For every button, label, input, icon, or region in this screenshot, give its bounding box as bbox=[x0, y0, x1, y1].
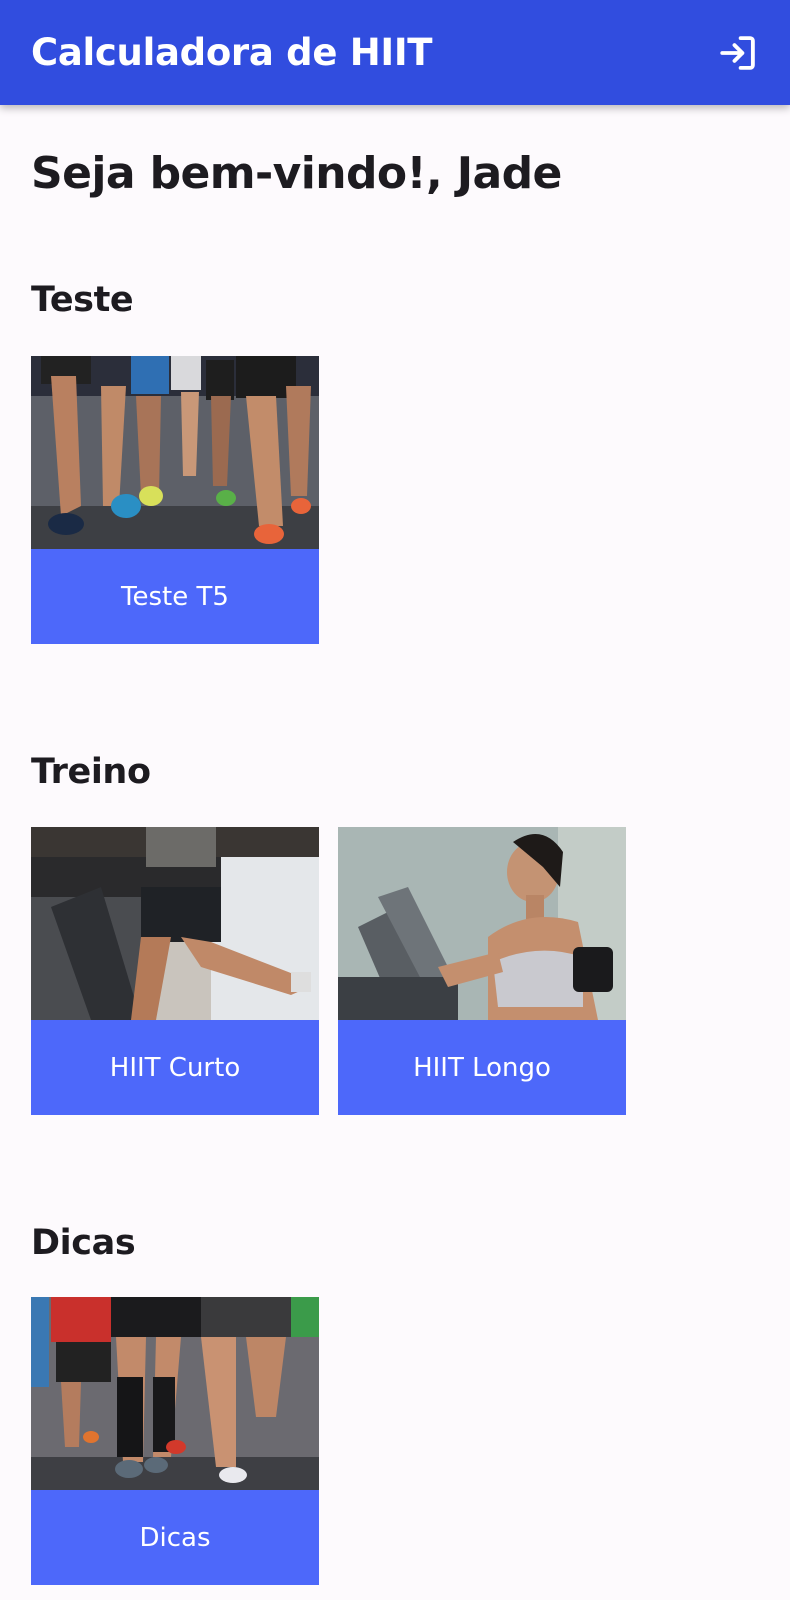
app-bar: Calculadora de HIIT bbox=[0, 0, 790, 105]
logout-button[interactable] bbox=[712, 27, 764, 79]
section-title-treino: Treino bbox=[31, 752, 151, 792]
card-label: HIIT Curto bbox=[31, 1020, 319, 1115]
section-title-dicas: Dicas bbox=[31, 1223, 136, 1263]
section-title-teste: Teste bbox=[31, 280, 134, 320]
app-title: Calculadora de HIIT bbox=[31, 31, 433, 74]
card-hiit-longo[interactable]: HIIT Longo bbox=[338, 827, 626, 1115]
card-hiit-curto[interactable]: HIIT Curto bbox=[31, 827, 319, 1115]
card-label: Teste T5 bbox=[31, 549, 319, 644]
marathon-runners-legs-photo bbox=[31, 1297, 319, 1490]
runners-race-legs-photo bbox=[31, 356, 319, 549]
card-label: HIIT Longo bbox=[338, 1020, 626, 1115]
woman-on-treadmill-photo bbox=[338, 827, 626, 1020]
treadmill-running-legs-photo bbox=[31, 827, 319, 1020]
login-arrow-icon bbox=[720, 35, 755, 70]
card-dicas[interactable]: Dicas bbox=[31, 1297, 319, 1585]
welcome-heading: Seja bem-vindo!, Jade bbox=[31, 148, 562, 199]
card-teste-t5[interactable]: Teste T5 bbox=[31, 356, 319, 644]
card-label: Dicas bbox=[31, 1490, 319, 1585]
